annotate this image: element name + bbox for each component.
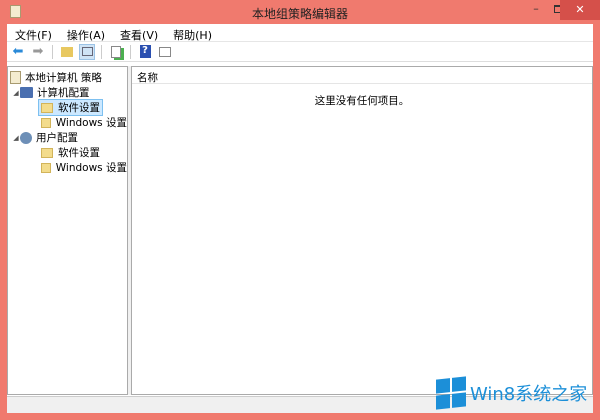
toolbar: ⬅ ➡ ? — [7, 42, 593, 62]
expand-arrow-icon[interactable]: ◢ — [12, 89, 20, 97]
toolbar-separator — [101, 44, 102, 59]
menu-help[interactable]: 帮助(H) — [173, 24, 219, 42]
folder-icon — [41, 162, 51, 173]
folder-icon — [41, 147, 53, 158]
empty-message: 这里没有任何项目。 — [314, 95, 410, 107]
title-bar: 本地组策略编辑器 – ✕ — [0, 0, 600, 24]
menu-bar: 文件(F) 操作(A) 查看(V) 帮助(H) — [7, 24, 593, 42]
details-pane: 名称 这里没有任何项目。 — [131, 66, 593, 395]
toolbar-separator — [52, 44, 53, 59]
tree-node-windows-settings[interactable]: Windows 设置 — [8, 115, 127, 130]
policy-icon — [10, 71, 21, 84]
computer-icon — [20, 87, 33, 98]
menu-action[interactable]: 操作(A) — [67, 24, 112, 42]
tree-pane: 本地计算机 策略 ◢ 计算机配置 软件设置 Windows 设置 ◢ 用户配置 软件… — [7, 66, 128, 395]
column-header-name[interactable]: 名称 — [132, 67, 592, 84]
export-list-icon[interactable] — [108, 44, 124, 60]
user-icon — [20, 131, 32, 144]
menu-view[interactable]: 查看(V) — [120, 24, 165, 42]
expand-arrow-icon[interactable]: ◢ — [12, 134, 20, 142]
tree-node-user[interactable]: ◢ 用户配置 — [8, 130, 127, 145]
toolbar-separator — [130, 44, 131, 59]
tree-node-software-settings[interactable]: 软件设置 — [8, 99, 127, 116]
window-title: 本地组策略编辑器 — [251, 7, 348, 21]
windows-logo-icon — [436, 376, 466, 410]
menu-file[interactable]: 文件(F) — [15, 24, 59, 42]
tree-node-user-windows-settings[interactable]: Windows 设置 — [8, 160, 127, 175]
help-icon[interactable]: ? — [137, 44, 153, 60]
watermark: Win8系统之家 — [436, 376, 587, 410]
forward-icon[interactable]: ➡ — [30, 44, 46, 60]
close-button[interactable]: ✕ — [560, 0, 600, 20]
folder-icon — [41, 102, 53, 113]
tree-node-computer[interactable]: ◢ 计算机配置 — [8, 85, 127, 100]
folder-icon — [41, 117, 51, 128]
back-icon[interactable]: ⬅ — [10, 44, 26, 60]
tree-node-user-software-settings[interactable]: 软件设置 — [8, 145, 127, 160]
properties-icon[interactable] — [157, 44, 173, 60]
tree-node-root[interactable]: 本地计算机 策略 — [8, 70, 127, 85]
up-folder-icon[interactable] — [59, 44, 75, 60]
show-hide-tree-icon[interactable] — [79, 43, 95, 60]
